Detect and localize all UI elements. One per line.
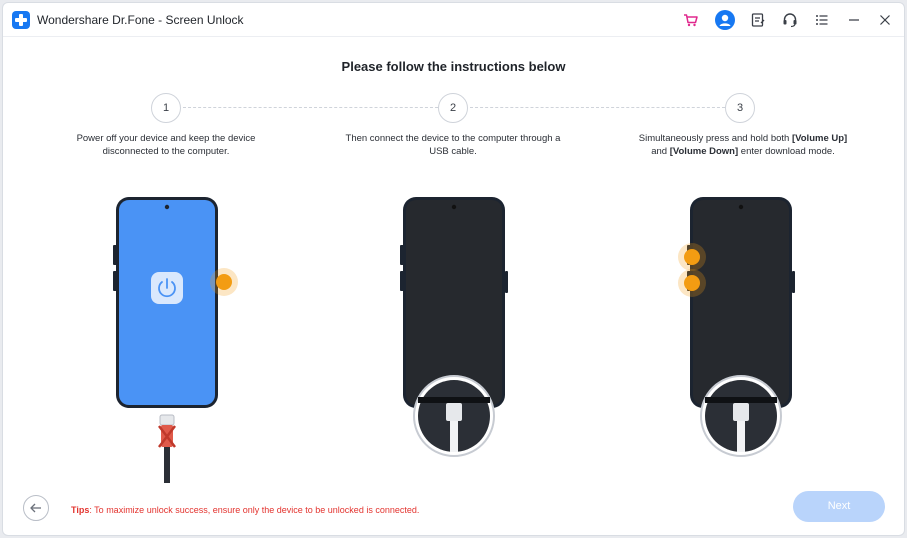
page-title: Please follow the instructions below — [341, 59, 566, 74]
phone-illustration-usb-connected — [400, 197, 508, 457]
phone-illustration-download-mode — [678, 197, 795, 457]
cart-icon[interactable] — [682, 11, 700, 29]
window-title: Wondershare Dr.Fone - Screen Unlock — [37, 13, 244, 27]
step-1-number: 1 — [151, 93, 181, 123]
step-2-number: 2 — [438, 93, 468, 123]
close-icon[interactable] — [876, 11, 894, 29]
next-button[interactable]: Next — [793, 491, 885, 522]
step-1-text: Power off your device and keep the devic… — [76, 133, 256, 157]
notes-icon[interactable] — [749, 11, 767, 29]
phone-illustration-power-off — [113, 197, 238, 483]
step-3-text: Simultaneously press and hold both [Volu… — [638, 133, 848, 157]
user-avatar-icon[interactable] — [715, 10, 735, 30]
arrow-left-icon — [30, 503, 41, 513]
step-2-text: Then connect the device to the computer … — [345, 133, 561, 157]
step-connector — [470, 107, 725, 108]
app-window: Wondershare Dr.Fone - Screen Unlock Plea… — [2, 2, 905, 536]
step-connector — [183, 107, 438, 108]
minimize-icon[interactable] — [845, 11, 863, 29]
title-bar: Wondershare Dr.Fone - Screen Unlock — [3, 3, 904, 37]
headset-icon[interactable] — [781, 11, 799, 29]
tips-message: Tips: To maximize unlock success, ensure… — [71, 505, 420, 515]
step-3-number: 3 — [725, 93, 755, 123]
back-button[interactable] — [23, 495, 49, 521]
app-logo-icon — [12, 11, 30, 29]
menu-icon[interactable] — [813, 11, 831, 29]
